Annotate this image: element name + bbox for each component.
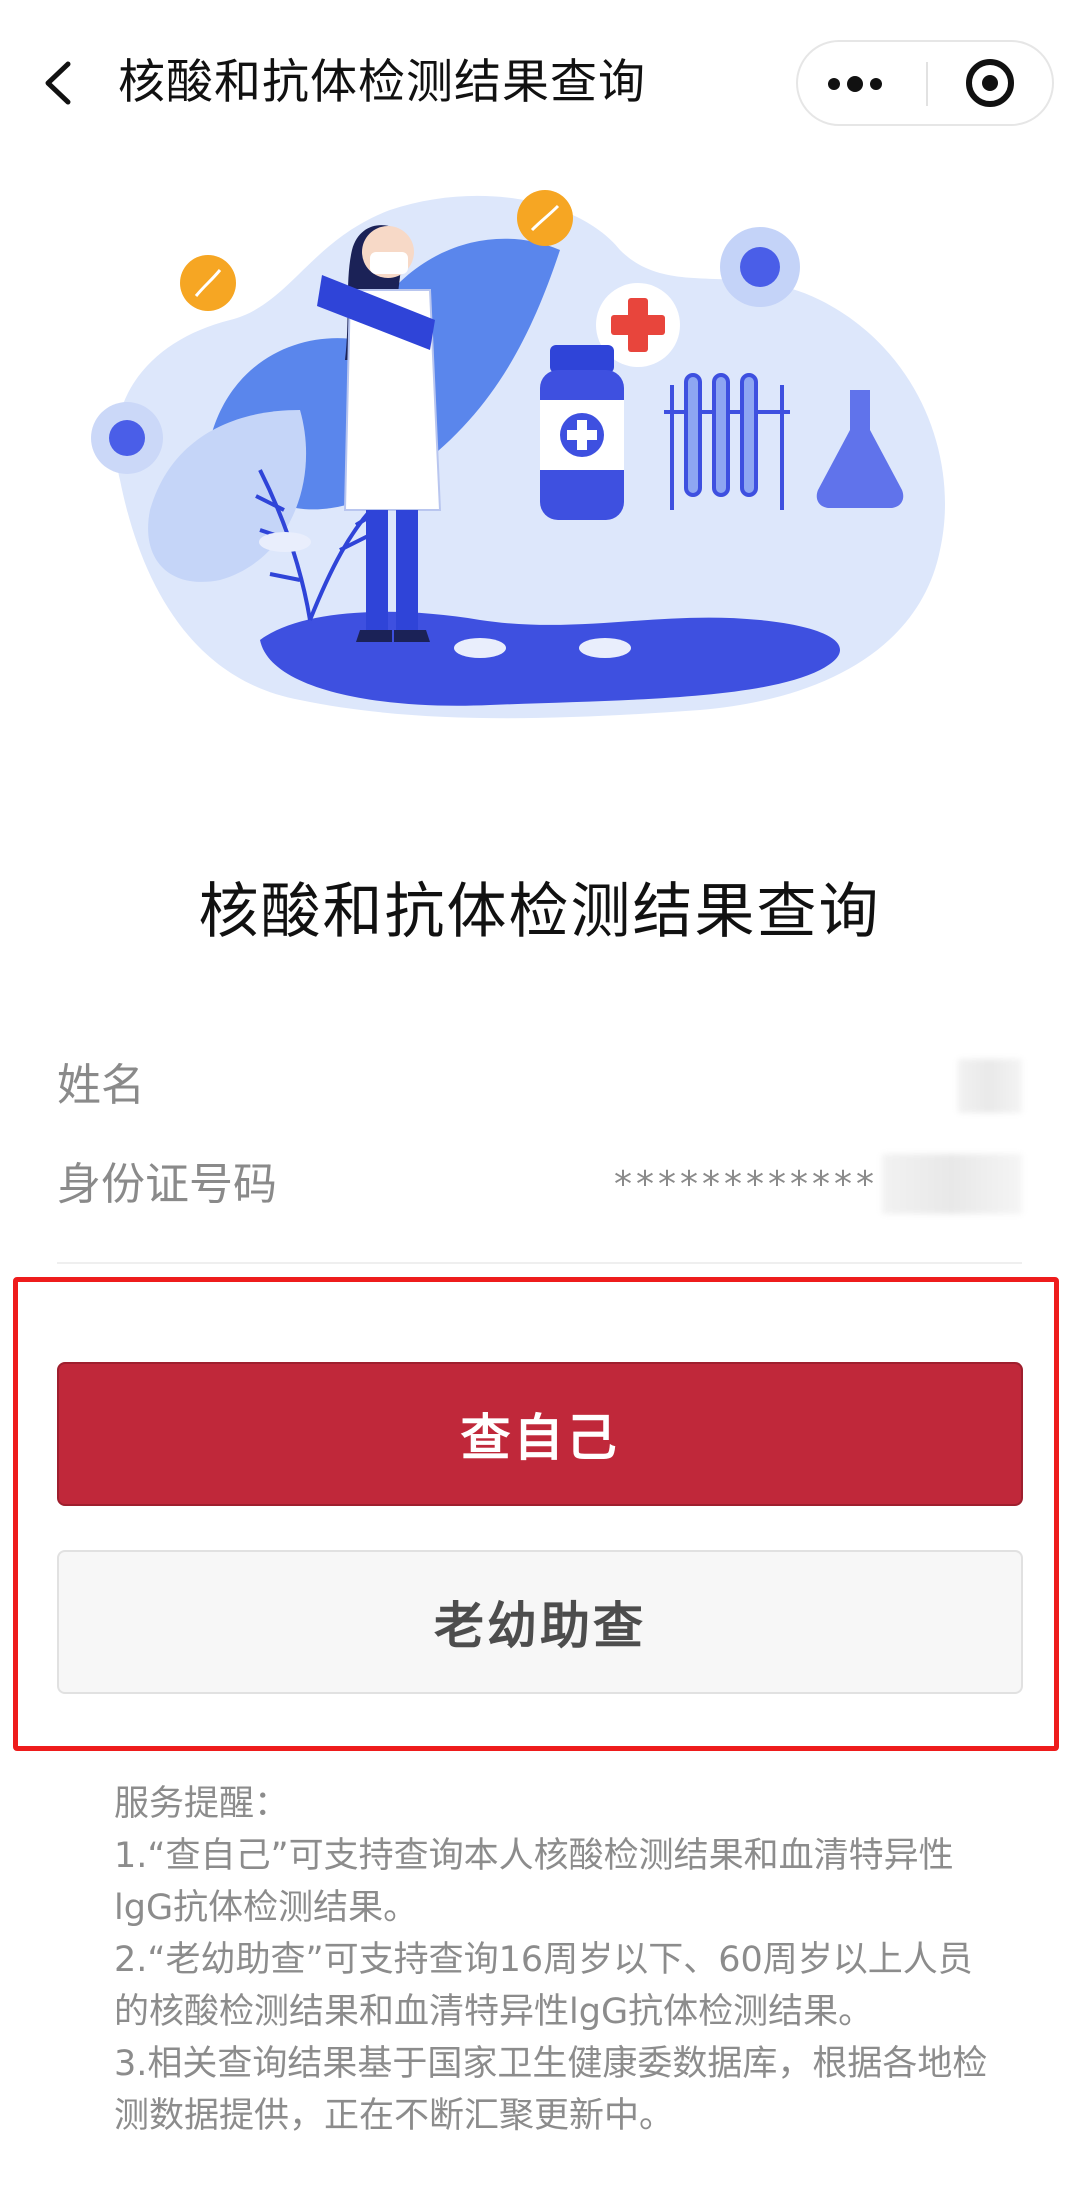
- notes-heading: 服务提醒：: [114, 1784, 290, 1824]
- id-value-redacted: [882, 1154, 1022, 1214]
- more-dots-icon: [828, 78, 840, 90]
- target-center-dot: [982, 75, 998, 91]
- back-button[interactable]: [34, 52, 90, 114]
- close-button[interactable]: [928, 42, 1052, 124]
- name-value-redacted: [958, 1059, 1022, 1113]
- pill-icon: [579, 638, 631, 658]
- medical-illustration: [91, 190, 945, 719]
- virus-icon: [91, 402, 163, 474]
- id-row: 身份证号码 ************: [57, 1150, 1022, 1220]
- nav-title: 核酸和抗体检测结果查询: [118, 55, 646, 110]
- chevron-left-icon: [45, 61, 71, 105]
- more-button[interactable]: [798, 42, 926, 124]
- name-label: 姓名: [57, 1060, 145, 1111]
- dna-icon: [180, 255, 236, 311]
- elderly-child-assist-button[interactable]: 老幼助查: [57, 1550, 1023, 1694]
- query-self-button[interactable]: 查自己: [57, 1362, 1023, 1506]
- medicine-bottle-icon: [540, 345, 624, 520]
- notes-item-3: 3.相关查询结果基于国家卫生健康委数据库，根据各地检测数据提供，正在不断汇聚更新…: [114, 2044, 988, 2136]
- name-row: 姓名: [57, 1051, 1022, 1121]
- page-title: 核酸和抗体检测结果查询: [198, 877, 881, 947]
- service-notes: 服务提醒： 1.“查自己”可支持查询本人核酸检测结果和血清特异性lgG抗体检测结…: [114, 1778, 994, 2142]
- notes-item-1: 1.“查自己”可支持查询本人核酸检测结果和血清特异性lgG抗体检测结果。: [114, 1836, 954, 1928]
- more-dot: [847, 76, 863, 92]
- id-label: 身份证号码: [57, 1159, 277, 1210]
- id-value: ************: [614, 1164, 878, 1205]
- more-dot: [870, 78, 882, 90]
- notes-item-2: 2.“老幼助查”可支持查询16周岁以下、60周岁以上人员的核酸检测结果和血清特异…: [114, 1940, 973, 2032]
- mini-program-capsule: [796, 40, 1054, 126]
- divider: [57, 1262, 1022, 1264]
- pill-icon: [454, 638, 506, 658]
- virus-icon: [720, 227, 800, 307]
- pill-icon: [259, 532, 311, 552]
- dna-icon: [517, 190, 573, 246]
- nav-bar: 核酸和抗体检测结果查询: [0, 0, 1079, 168]
